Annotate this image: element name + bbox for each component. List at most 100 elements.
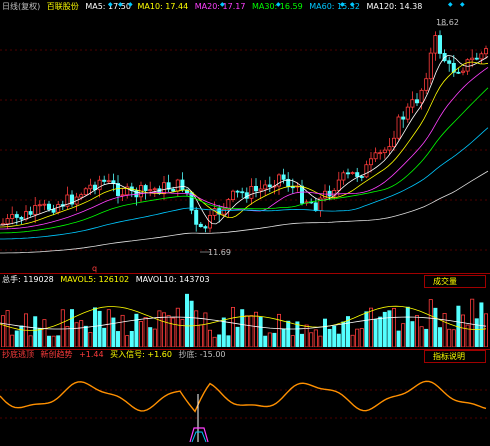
volume-bar bbox=[116, 331, 121, 347]
volume-bar bbox=[373, 319, 378, 347]
indicator-line bbox=[0, 380, 487, 413]
candle-body bbox=[240, 191, 245, 194]
diamond-icon: ◆ bbox=[448, 1, 453, 8]
volume-bar bbox=[79, 320, 84, 347]
volume-header: 总手: 119028 MAVOL5: 126102 MAVOL10: 14370… bbox=[2, 275, 214, 285]
candle-body bbox=[37, 204, 42, 207]
volume-bar bbox=[106, 309, 111, 347]
candle-body bbox=[148, 189, 153, 192]
volume-bar bbox=[281, 328, 286, 347]
mavol5-label: MAVOL5: 126102 bbox=[60, 275, 130, 284]
volume-bar bbox=[0, 315, 6, 347]
volume-bar bbox=[433, 307, 438, 347]
volume-bar bbox=[276, 313, 281, 347]
candle-body bbox=[152, 188, 157, 191]
volume-bar bbox=[267, 332, 272, 347]
volume-bar bbox=[258, 316, 263, 347]
indicator-title[interactable]: 抄底逃顶 bbox=[2, 350, 34, 359]
ma-line bbox=[0, 87, 489, 234]
candle-body bbox=[460, 70, 465, 73]
marker-q: q bbox=[92, 264, 98, 273]
volume-bar bbox=[134, 313, 139, 347]
volume-bar bbox=[309, 332, 314, 347]
candle-body bbox=[456, 71, 461, 74]
candle-body bbox=[414, 99, 419, 104]
volume-bar bbox=[47, 335, 52, 347]
volume-total: 总手: 119028 bbox=[2, 275, 54, 284]
candle-body bbox=[359, 176, 364, 178]
volume-bar bbox=[56, 335, 61, 347]
volume-bar bbox=[203, 312, 208, 347]
candle-body bbox=[235, 190, 240, 193]
ma-line bbox=[0, 67, 489, 230]
volume-bar bbox=[129, 331, 134, 347]
volume-bar bbox=[295, 321, 300, 347]
candle-body bbox=[479, 53, 484, 60]
volume-bar bbox=[10, 334, 15, 347]
volume-bar bbox=[175, 307, 180, 347]
volume-bar bbox=[272, 332, 277, 347]
candle-body bbox=[405, 106, 410, 120]
volume-bar bbox=[387, 310, 392, 347]
volume-bar bbox=[198, 324, 203, 347]
candle-body bbox=[428, 52, 433, 80]
candle-body bbox=[51, 209, 56, 213]
candle-body bbox=[474, 57, 479, 60]
volume-bar bbox=[263, 335, 268, 347]
candle-body bbox=[465, 59, 470, 72]
volume-bar bbox=[474, 318, 479, 347]
volume-bar bbox=[424, 328, 429, 347]
volume-bar bbox=[483, 313, 488, 347]
volume-bar bbox=[350, 334, 355, 347]
candle-body bbox=[23, 211, 28, 220]
volume-bar bbox=[378, 316, 383, 347]
volume-chart[interactable] bbox=[0, 287, 490, 347]
volume-bar bbox=[419, 326, 424, 347]
volume-bar bbox=[401, 323, 406, 347]
candle-body bbox=[102, 179, 107, 182]
diamond-icon: ◆ bbox=[108, 1, 113, 8]
candle-body bbox=[299, 185, 304, 204]
volume-bar bbox=[322, 318, 327, 347]
volume-bar bbox=[180, 318, 185, 347]
candle-body bbox=[28, 211, 33, 215]
volume-bar bbox=[42, 319, 47, 347]
volume-bar bbox=[336, 333, 341, 347]
candle-body bbox=[33, 205, 38, 215]
volume-bar bbox=[171, 317, 176, 347]
indicator-chart[interactable] bbox=[0, 362, 490, 446]
volume-bar bbox=[148, 327, 153, 347]
diamond-icon: ◆ bbox=[128, 1, 133, 8]
candle-body bbox=[401, 116, 406, 120]
candle-body bbox=[327, 190, 332, 197]
volume-bar bbox=[428, 299, 433, 347]
candle-body bbox=[391, 137, 396, 148]
candle-body bbox=[313, 202, 318, 212]
candlestick-chart[interactable] bbox=[0, 10, 490, 272]
candle-body bbox=[350, 172, 355, 174]
volume-bar bbox=[437, 327, 442, 347]
volume-bar bbox=[470, 298, 475, 347]
candle-body bbox=[19, 217, 24, 220]
candle-body bbox=[387, 146, 392, 151]
candle-body bbox=[364, 164, 369, 178]
candle-body bbox=[83, 188, 88, 196]
candle-body bbox=[180, 179, 185, 191]
volume-bar bbox=[235, 326, 240, 347]
volume-bar bbox=[447, 328, 452, 347]
candle-body bbox=[267, 184, 272, 188]
volume-bar bbox=[152, 328, 157, 347]
volume-bar bbox=[230, 306, 235, 347]
ma-line bbox=[0, 127, 489, 240]
mavol10-label: MAVOL10: 143703 bbox=[135, 275, 210, 284]
volume-bar bbox=[355, 328, 360, 347]
volume-bar bbox=[5, 310, 10, 347]
volume-bar bbox=[161, 312, 166, 347]
candle-body bbox=[396, 116, 401, 139]
candle-body bbox=[483, 48, 488, 55]
volume-bar bbox=[212, 336, 217, 347]
volume-bar bbox=[414, 315, 419, 347]
volume-bar bbox=[253, 311, 258, 347]
volume-bar bbox=[28, 335, 33, 347]
volume-bar bbox=[33, 316, 38, 347]
